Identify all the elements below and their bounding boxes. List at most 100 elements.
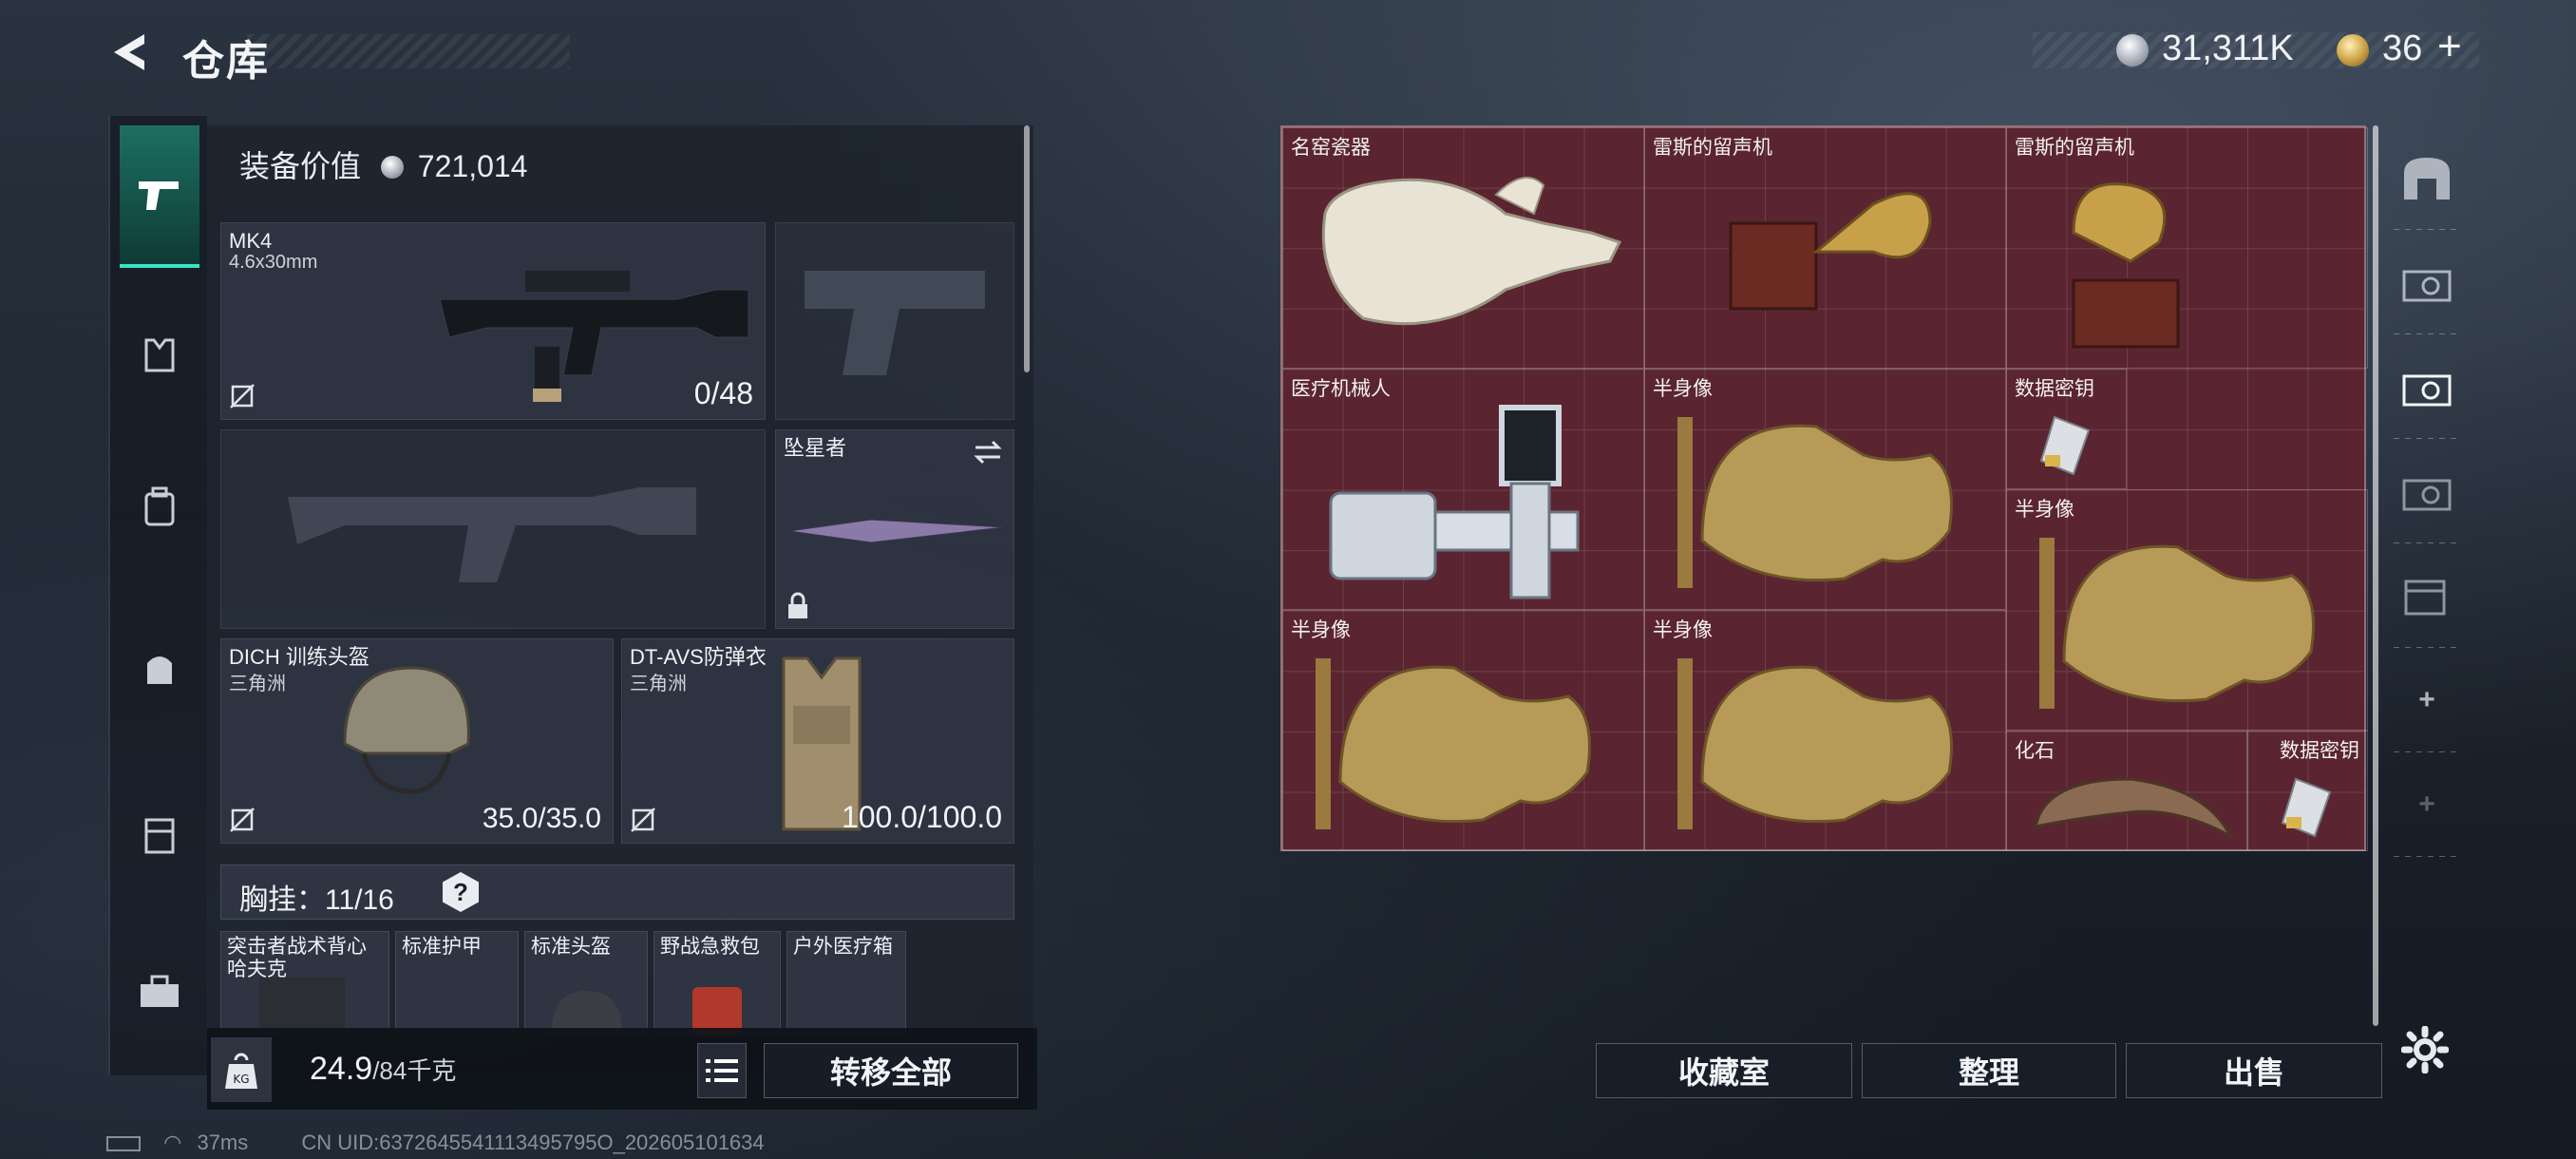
gold-coin-icon bbox=[2337, 34, 2369, 66]
armor-origin: 三角洲 bbox=[630, 674, 687, 694]
back-button[interactable] bbox=[106, 28, 154, 76]
container-item[interactable]: 雷斯的留声机 bbox=[2006, 127, 2368, 369]
equip-value-amount: 721,014 bbox=[417, 149, 528, 183]
bust-statue-image bbox=[1677, 417, 1953, 588]
rig-item[interactable]: 户外医疗箱 bbox=[786, 931, 906, 1036]
rig-item[interactable]: 突击者战术背心 哈夫克 bbox=[220, 931, 389, 1036]
container-sidebar: + + bbox=[2384, 125, 2470, 980]
pouch-icon bbox=[147, 656, 172, 684]
organize-button[interactable]: 整理 bbox=[1862, 1043, 2116, 1098]
gramophone-image bbox=[1729, 192, 1932, 311]
helmet-slot[interactable]: DICH 训练头盔 三角洲 35.0/35.0 bbox=[220, 638, 614, 844]
transfer-all-button[interactable]: 转移全部 bbox=[764, 1043, 1018, 1098]
melee-slot[interactable]: 坠星者 bbox=[775, 429, 1014, 629]
list-view-button[interactable] bbox=[697, 1043, 747, 1098]
tab-container-iv[interactable] bbox=[2384, 439, 2470, 543]
tab-supplies[interactable] bbox=[120, 952, 199, 1032]
toolbox-icon bbox=[141, 975, 179, 1007]
container-item[interactable]: 数据密钥 bbox=[2247, 731, 2368, 851]
container-item[interactable]: 名窑瓷器 bbox=[1282, 127, 1644, 369]
rig-item-name: 标准头盔 bbox=[531, 936, 611, 958]
container-item[interactable]: 半身像 bbox=[2006, 489, 2368, 731]
weight-icon-box: KG bbox=[211, 1037, 272, 1102]
tab-armor[interactable] bbox=[120, 795, 199, 875]
currency-gold-amount: 36 bbox=[2382, 28, 2423, 68]
weight-icon: KG bbox=[225, 1053, 257, 1089]
add-container-button-disabled[interactable]: + bbox=[2384, 752, 2470, 857]
container-item[interactable]: 雷斯的留声机 bbox=[1644, 127, 2006, 369]
container-item[interactable]: 半身像 bbox=[1644, 610, 2006, 851]
secondary-weapon-slot[interactable] bbox=[775, 222, 1014, 420]
container-item[interactable]: 半身像 bbox=[1282, 610, 1644, 851]
category-sidebar bbox=[108, 116, 207, 1075]
silver-coin-icon bbox=[2116, 34, 2149, 66]
tab-container-iv-active[interactable] bbox=[2384, 334, 2470, 439]
primary-weapon-slot[interactable]: MK4 4.6x30mm 0/48 bbox=[220, 222, 766, 420]
rig-item-name: 标准护甲 bbox=[402, 936, 482, 958]
storage-container: 名窑瓷器 雷斯的留声机 雷斯的留声机 医疗机械人 半身像 数据密钥 半身像 半身… bbox=[1280, 125, 2368, 851]
pistol-icon bbox=[139, 181, 179, 210]
add-currency-button[interactable]: + bbox=[2437, 23, 2462, 70]
add-container-button[interactable]: + bbox=[2384, 648, 2470, 752]
currency-silver-amount: 31,311K bbox=[2162, 28, 2294, 68]
loadout-scrollbar[interactable] bbox=[1024, 125, 1030, 372]
add-icon: + bbox=[2418, 684, 2435, 715]
tab-file-container[interactable] bbox=[2384, 543, 2470, 648]
data-key-image bbox=[2281, 777, 2332, 838]
fossil-claw-image bbox=[2034, 777, 2234, 840]
carry-weight-max: /84千克 bbox=[372, 1056, 457, 1085]
carry-weight: 24.9/84千克 bbox=[310, 1051, 456, 1088]
container-iv-icon bbox=[2402, 374, 2452, 407]
bust-statue-image bbox=[1677, 658, 1953, 829]
ping-value: 37ms bbox=[197, 1130, 249, 1154]
helmet-origin: 三角洲 bbox=[229, 674, 286, 694]
vest-icon bbox=[144, 338, 175, 372]
tab-pouches[interactable] bbox=[120, 629, 199, 709]
sell-button[interactable]: 出售 bbox=[2126, 1043, 2382, 1098]
melee-name: 坠星者 bbox=[784, 436, 847, 460]
container-item[interactable]: 数据密钥 bbox=[2006, 369, 2127, 489]
item-name: 数据密钥 bbox=[2280, 740, 2359, 762]
rig-item[interactable]: 野战急救包 bbox=[653, 931, 781, 1036]
tab-container-v[interactable] bbox=[2384, 230, 2470, 334]
backpack-icon bbox=[144, 486, 175, 526]
rifle-placeholder-icon bbox=[288, 487, 696, 582]
primary-weapon-ammo: 0/48 bbox=[693, 376, 753, 410]
container-item[interactable]: 半身像 bbox=[1644, 369, 2006, 610]
tab-backpacks[interactable] bbox=[120, 467, 199, 547]
rig-item-name: 野战急救包 bbox=[660, 936, 760, 958]
svg-text:KG: KG bbox=[233, 1073, 249, 1086]
data-key-image bbox=[2039, 415, 2091, 476]
collection-room-button[interactable]: 收藏室 bbox=[1596, 1043, 1852, 1098]
carry-weight-value: 24.9 bbox=[310, 1051, 373, 1087]
bust-statue-image bbox=[1316, 658, 1591, 829]
settings-gear-icon[interactable] bbox=[2401, 1026, 2449, 1074]
wifi-icon: ◠ bbox=[163, 1130, 182, 1154]
rig-item-name: 户外医疗箱 bbox=[793, 936, 893, 958]
chest-rig-capacity: 胸挂：11/16 bbox=[239, 876, 394, 918]
container-item[interactable]: 化石 bbox=[2006, 731, 2247, 851]
first-aid-item-image bbox=[692, 987, 742, 1035]
primary-weapon-name: MK4 bbox=[229, 229, 273, 253]
lock-icon bbox=[788, 592, 807, 618]
tab-vests[interactable] bbox=[120, 315, 199, 395]
chest-rig-count: 11/16 bbox=[325, 884, 394, 916]
battery-icon bbox=[106, 1136, 141, 1151]
silver-coin-icon bbox=[380, 156, 404, 179]
tab-weapons[interactable] bbox=[120, 125, 199, 268]
item-name: 数据密钥 bbox=[2015, 378, 2094, 400]
rig-item[interactable]: 标准护甲 bbox=[395, 931, 519, 1036]
rig-item[interactable]: 标准头盔 bbox=[524, 931, 648, 1036]
armor-name: DT-AVS防弹衣 bbox=[630, 645, 767, 669]
secondary-primary-slot[interactable] bbox=[220, 429, 766, 629]
no-insurance-icon bbox=[230, 384, 255, 408]
equip-value-label: 装备价值 bbox=[239, 149, 362, 183]
swap-icon[interactable] bbox=[972, 438, 1004, 466]
armor-slot[interactable]: DT-AVS防弹衣 三角洲 100.0/100.0 bbox=[621, 638, 1014, 844]
helmet-durability: 35.0/35.0 bbox=[482, 803, 601, 834]
container-scrollbar[interactable] bbox=[2373, 125, 2378, 1026]
container-item[interactable]: 医疗机械人 bbox=[1282, 369, 1644, 610]
rig-item-name: 突击者战术背心 bbox=[227, 936, 367, 958]
tab-safe-box[interactable] bbox=[2384, 125, 2470, 230]
gramophone-image bbox=[2072, 182, 2180, 349]
